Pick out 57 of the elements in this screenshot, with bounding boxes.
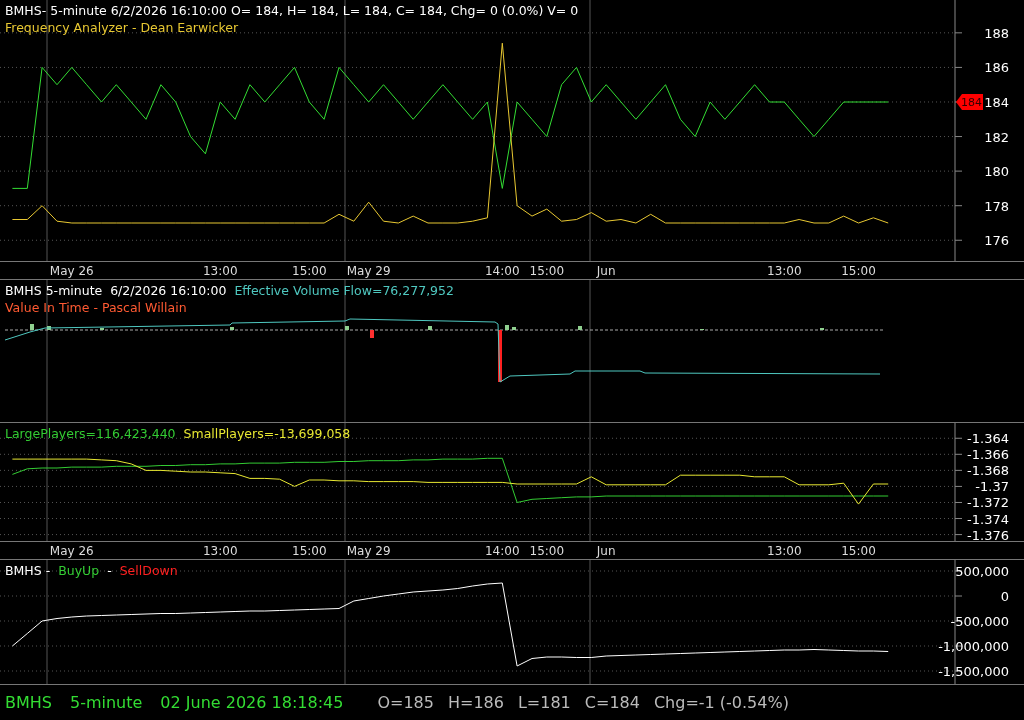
legend-label: Value In Time - Pascal Willain <box>5 299 187 316</box>
status-text: L=181 <box>517 693 571 712</box>
axis-tick-label: -500,000 <box>950 614 1009 629</box>
axis-tick-label: 188 <box>984 25 1009 41</box>
axis-tick-label: -1.374 <box>967 511 1009 527</box>
legend-label: BMHS- 5-minute 6/2/2026 16:10:00 O= 184, H= 184, L= 184, C= 184, Chg= 0 (0.0%) V= 0 <box>5 2 579 19</box>
status-text: 5-minute <box>69 693 143 712</box>
axis-tick-label: -1.366 <box>967 447 1009 463</box>
time-axis-label: 15:00 <box>841 544 876 558</box>
time-axis-label: Jun <box>596 544 616 558</box>
status-text: 02 June 2026 18:18:45 <box>160 693 344 712</box>
axis-tick-label: -1,500,000 <box>938 664 1009 679</box>
time-axis-label: May 29 <box>346 264 391 278</box>
legend-label: LargePlayers=116,423,440 <box>5 425 176 442</box>
time-axis-label: Jun <box>596 264 616 278</box>
status-text: Chg=-1 (-0.54%) <box>653 693 789 712</box>
last-price-tag: 184 <box>956 94 983 110</box>
status-text: BMHS <box>5 693 52 712</box>
time-axis-label: 14:00 <box>484 264 520 278</box>
time-axis-label: 13:00 <box>202 544 238 558</box>
legend-label: SellDown <box>119 562 178 579</box>
time-axis-label: May 26 <box>49 544 94 558</box>
axis-tick-label: -1.372 <box>967 495 1009 511</box>
time-axis-label: May 29 <box>346 544 391 558</box>
legend-label: Effective Volume Flow=76,277,952 <box>234 282 454 299</box>
axis-tick-label: 186 <box>984 60 1009 76</box>
legend-label: - <box>107 562 112 579</box>
legend-label: SmallPlayers=-13,699,058 <box>183 425 351 442</box>
legend-label: BMHS - <box>5 562 51 579</box>
status-text: O=185 <box>377 693 434 712</box>
axis-tick-label: 176 <box>984 233 1009 249</box>
time-axis-label: 15:00 <box>841 264 876 278</box>
axis-tick-label: 500,000 <box>955 564 1009 579</box>
time-axis-label: May 26 <box>49 264 94 278</box>
time-axis-label: 13:00 <box>767 544 802 558</box>
legend-label: Frequency Analyzer - Dean Earwicker <box>5 19 239 36</box>
axis-tick-label: 182 <box>984 129 1009 145</box>
axis-tick-label: 180 <box>984 164 1009 180</box>
time-axis-label: 13:00 <box>767 264 802 278</box>
time-axis-label: 15:00 <box>292 544 327 558</box>
axis-tick-label: -1.37 <box>975 479 1009 495</box>
axis-tick-label: -1,000,000 <box>938 639 1009 654</box>
legend-label: BuyUp <box>58 562 100 579</box>
legend-label: BMHS 5-minute 6/2/2026 16:10:00 <box>5 282 227 299</box>
axis-tick-label: 178 <box>984 198 1009 214</box>
axis-tick-label: -1.368 <box>967 463 1009 479</box>
status-text: C=184 <box>584 693 640 712</box>
time-axis-label: 15:00 <box>529 264 565 278</box>
axis-tick-label: -1.364 <box>967 431 1009 447</box>
time-axis-label: 14:00 <box>484 544 520 558</box>
axis-tick-label: 0 <box>1000 589 1009 604</box>
time-axis-label: 15:00 <box>529 544 565 558</box>
status-text: H=186 <box>447 693 504 712</box>
axis-tick-label: 184 <box>984 95 1009 110</box>
time-axis-label: 13:00 <box>202 264 238 278</box>
axis-tick-label: -1.376 <box>967 527 1009 543</box>
time-axis-label: 15:00 <box>292 264 327 278</box>
